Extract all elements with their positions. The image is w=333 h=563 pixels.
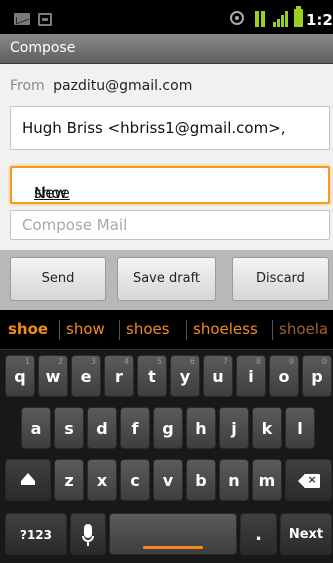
send-button[interactable]: Send (10, 257, 106, 301)
sim-icon (38, 13, 52, 26)
space-key[interactable] (109, 513, 237, 555)
key-b[interactable]: b (186, 459, 216, 501)
key-hint: 9 (288, 357, 294, 366)
discard-button[interactable]: Discard (232, 257, 329, 301)
key-hint: 1 (24, 357, 30, 366)
suggestion-item[interactable]: shoela (279, 320, 328, 338)
to-field[interactable]: Hugh Briss <hbriss1@gmail.com>, (10, 106, 330, 150)
key-u[interactable]: u7 (203, 355, 233, 397)
key-a[interactable]: a (21, 407, 51, 449)
subject-composing-word: shoe (34, 184, 70, 202)
body-placeholder: Compose Mail (22, 216, 128, 234)
key-label: o (278, 367, 290, 386)
suggestion-strip: shoe show shoes shoeless shoela (0, 310, 333, 350)
gps-icon (230, 11, 244, 25)
suggestion-item[interactable]: shoe (8, 320, 48, 338)
suggestion-divider (59, 320, 60, 340)
key-label: e (80, 367, 92, 386)
to-value: Hugh Briss <hbriss1@gmail.com>, (22, 119, 286, 137)
suggestion-item[interactable]: shoeless (193, 320, 258, 338)
shift-icon-stem (21, 481, 35, 485)
next-key[interactable]: Next (280, 513, 332, 555)
key-f[interactable]: f (120, 407, 150, 449)
key-p[interactable]: p0 (302, 355, 332, 397)
status-time: 1:23 (306, 11, 333, 29)
action-button-row: Send Save draft Discard (0, 250, 333, 310)
suggestion-divider (272, 320, 273, 340)
status-bar: 1:23 (0, 0, 333, 34)
backspace-icon: × (297, 473, 320, 488)
shift-icon (21, 473, 35, 481)
key-t[interactable]: t5 (137, 355, 167, 397)
key-label: y (179, 367, 191, 386)
space-bar-indicator (143, 546, 203, 549)
key-label: q (14, 367, 26, 386)
key-m[interactable]: m (252, 459, 282, 501)
key-hint: 3 (90, 357, 96, 366)
from-value[interactable]: pazditu@gmail.com (53, 78, 192, 94)
key-label: u (212, 367, 224, 386)
from-row: From pazditu@gmail.com (10, 78, 192, 94)
data-icon (255, 11, 265, 27)
key-d[interactable]: d (87, 407, 117, 449)
key-label: t (148, 367, 156, 386)
period-key[interactable]: . (240, 513, 277, 555)
key-q[interactable]: q1 (5, 355, 35, 397)
shift-key[interactable] (5, 459, 51, 501)
key-n[interactable]: n (219, 459, 249, 501)
key-label: r (115, 367, 123, 386)
key-k[interactable]: k (252, 407, 282, 449)
save-draft-button[interactable]: Save draft (117, 257, 216, 301)
from-label: From (10, 78, 45, 94)
compose-form: From pazditu@gmail.com Hugh Briss <hbris… (0, 64, 333, 250)
key-r[interactable]: r4 (104, 355, 134, 397)
body-field[interactable]: Compose Mail (10, 210, 330, 240)
page-title: Compose (10, 40, 76, 56)
key-hint: 2 (57, 357, 63, 366)
key-hint: 6 (189, 357, 195, 366)
key-l[interactable]: l (285, 407, 315, 449)
key-hint: 8 (255, 357, 261, 366)
key-i[interactable]: i8 (236, 355, 266, 397)
key-hint: 7 (222, 357, 228, 366)
key-s[interactable]: s (54, 407, 84, 449)
key-x[interactable]: x (87, 459, 117, 501)
title-bar: Compose (0, 34, 333, 64)
soft-keyboard: q1 w2 e3 r4 t5 y6 u7 i8 o9 p0 a s d f g … (0, 350, 333, 563)
signal-icon (273, 11, 289, 27)
symbols-key[interactable]: ?123 (5, 513, 67, 555)
battery-icon (294, 6, 303, 27)
key-c[interactable]: c (120, 459, 150, 501)
key-h[interactable]: h (186, 407, 216, 449)
voice-input-key[interactable] (70, 513, 106, 555)
key-e[interactable]: e3 (71, 355, 101, 397)
key-label: i (248, 367, 254, 386)
key-y[interactable]: y6 (170, 355, 200, 397)
key-hint: 5 (156, 357, 162, 366)
key-g[interactable]: g (153, 407, 183, 449)
suggestion-item[interactable]: show (66, 320, 105, 338)
suggestion-item[interactable]: shoes (126, 320, 170, 338)
mail-icon (14, 13, 30, 25)
key-label: w (45, 367, 61, 386)
suggestion-divider (186, 320, 187, 340)
key-z[interactable]: z (54, 459, 84, 501)
backspace-key[interactable]: × (285, 459, 332, 501)
key-label: p (311, 367, 323, 386)
key-v[interactable]: v (153, 459, 183, 501)
key-hint: 0 (321, 357, 327, 366)
key-o[interactable]: o9 (269, 355, 299, 397)
subject-field[interactable]: New shoe (10, 166, 330, 204)
key-hint: 4 (123, 357, 129, 366)
key-w[interactable]: w2 (38, 355, 68, 397)
suggestion-divider (119, 320, 120, 340)
key-j[interactable]: j (219, 407, 249, 449)
